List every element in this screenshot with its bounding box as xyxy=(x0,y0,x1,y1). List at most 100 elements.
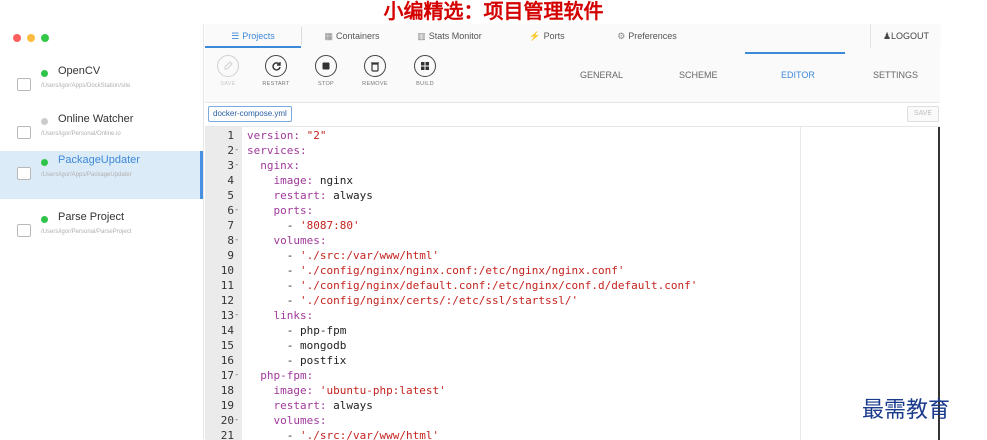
status-dot xyxy=(41,118,48,125)
project-checkbox[interactable] xyxy=(17,167,31,180)
code-line[interactable]: 13- links: xyxy=(205,308,940,323)
line-text: services: xyxy=(247,143,307,158)
code-line[interactable]: 7 - '8087:80' xyxy=(205,218,940,233)
code-token: './src:/var/www/html' xyxy=(299,429,440,440)
code-line[interactable]: 5 restart: always xyxy=(205,188,940,203)
tab-label: Projects xyxy=(242,31,275,41)
line-text: image: nginx xyxy=(247,173,353,188)
fold-toggle-icon[interactable]: - xyxy=(234,368,242,383)
tab-label: Containers xyxy=(335,31,380,41)
tab-general[interactable]: GENERAL xyxy=(580,70,623,80)
code-token: volumes: xyxy=(273,234,327,247)
line-number: 20 xyxy=(220,414,234,427)
code-token: - xyxy=(247,249,300,262)
line-number: 16 xyxy=(220,354,234,367)
code-line[interactable]: 15 - mongodb xyxy=(205,338,940,353)
action-label: RESTART xyxy=(262,81,290,87)
line-number: 18 xyxy=(220,384,234,397)
tab-settings[interactable]: SETTINGS xyxy=(873,70,918,80)
project-path: /Users/igor/Apps/PackageUpdater xyxy=(41,172,132,178)
file-tab[interactable]: docker-compose.yml xyxy=(208,106,292,122)
project-name: OpenCV xyxy=(58,65,101,77)
code-line[interactable]: 18 image: 'ubuntu-php:latest' xyxy=(205,383,940,398)
code-line[interactable]: 8- volumes: xyxy=(205,233,940,248)
zoom-window-button[interactable] xyxy=(41,34,49,42)
line-number: 17 xyxy=(220,369,234,382)
line-text: - php-fpm xyxy=(247,323,347,338)
line-text: volumes: xyxy=(247,413,327,428)
tab-containers[interactable]: ▦ Containers xyxy=(302,24,402,48)
line-number: 10 xyxy=(220,264,234,277)
tab-scheme[interactable]: SCHEME xyxy=(679,70,718,80)
code-line[interactable]: 19 restart: always xyxy=(205,398,940,413)
line-number: 14 xyxy=(220,324,234,337)
tab-projects[interactable]: ☰ Projects xyxy=(205,24,301,48)
tab-editor[interactable]: EDITOR xyxy=(781,70,815,80)
project-path: /Users/igor/Personal/ParseProject xyxy=(41,229,132,235)
fold-toggle-icon[interactable]: - xyxy=(234,143,242,158)
code-line[interactable]: 14 - php-fpm xyxy=(205,323,940,338)
trash-icon xyxy=(364,55,386,77)
line-number: 4 xyxy=(227,174,234,187)
project-checkbox[interactable] xyxy=(17,224,31,237)
close-window-button[interactable] xyxy=(13,34,21,42)
status-dot xyxy=(41,70,48,77)
stop-button[interactable]: STOP xyxy=(306,55,346,87)
code-line[interactable]: 6- ports: xyxy=(205,203,940,218)
code-line[interactable]: 20- volumes: xyxy=(205,413,940,428)
project-item-packageupdater[interactable]: PackageUpdater /Users/igor/Apps/PackageU… xyxy=(0,151,203,199)
watermark-text: 最需教育 xyxy=(862,398,951,423)
code-token: './config/nginx/certs/:/etc/ssl/startssl… xyxy=(299,294,579,307)
build-button[interactable]: BUILD xyxy=(405,55,445,87)
line-text: - './config/nginx/nginx.conf:/etc/nginx/… xyxy=(247,263,625,278)
tab-ports[interactable]: ⚡ Ports xyxy=(497,24,597,48)
code-line[interactable]: 16 - postfix xyxy=(205,353,940,368)
code-token: - postfix xyxy=(247,354,347,367)
code-token: './config/nginx/nginx.conf:/etc/nginx/ng… xyxy=(299,264,625,277)
code-line[interactable]: 4 image: nginx xyxy=(205,173,940,188)
line-text: - mongodb xyxy=(247,338,347,353)
code-line[interactable]: 3- nginx: xyxy=(205,158,940,173)
line-text: - './config/nginx/certs/:/etc/ssl/starts… xyxy=(247,293,578,308)
code-line[interactable]: 12 - './config/nginx/certs/:/etc/ssl/sta… xyxy=(205,293,940,308)
fold-toggle-icon[interactable]: - xyxy=(234,203,242,218)
line-text: links: xyxy=(247,308,314,323)
project-item-opencv[interactable]: OpenCV /Users/igor/Apps/DockStation/site xyxy=(0,62,203,110)
grid-icon: ▦ xyxy=(324,31,333,41)
code-line[interactable]: 9 - './src:/var/www/html' xyxy=(205,248,940,263)
line-number: 5 xyxy=(227,189,234,202)
code-lines[interactable]: 1 version: "2" 2- services: 3- nginx: 4 image… xyxy=(205,128,940,440)
logout-button[interactable]: ♟LOGOUT xyxy=(870,24,941,48)
line-text: version: "2" xyxy=(247,128,326,143)
code-line[interactable]: 11 - './config/nginx/default.conf:/etc/n… xyxy=(205,278,940,293)
project-sidebar: OpenCV /Users/igor/Apps/DockStation/site… xyxy=(0,24,204,439)
fold-toggle-icon[interactable]: - xyxy=(234,413,242,428)
fold-toggle-icon[interactable]: - xyxy=(234,233,242,248)
code-line[interactable]: 17- php-fpm: xyxy=(205,368,940,383)
code-token: image: xyxy=(273,384,320,397)
tab-stats-monitor[interactable]: ▥ Stats Monitor xyxy=(402,24,497,48)
code-editor[interactable]: 1 version: "2" 2- services: 3- nginx: 4 image… xyxy=(205,126,940,440)
line-text: - '8087:80' xyxy=(247,218,360,233)
fold-toggle-icon[interactable]: - xyxy=(234,158,242,173)
code-token: image: xyxy=(273,174,320,187)
project-item-parse-project[interactable]: Parse Project /Users/igor/Personal/Parse… xyxy=(0,208,203,256)
save-button[interactable]: SAVE xyxy=(907,106,939,122)
code-line[interactable]: 1 version: "2" xyxy=(205,128,940,143)
fold-toggle-icon[interactable]: - xyxy=(234,308,242,323)
status-dot xyxy=(41,159,48,166)
project-checkbox[interactable] xyxy=(17,78,31,91)
code-line[interactable]: 2- services: xyxy=(205,143,940,158)
restart-button[interactable]: RESTART xyxy=(256,55,296,87)
save-action-button[interactable]: SAVE xyxy=(208,55,248,87)
code-line[interactable]: 21 - './src:/var/www/html' xyxy=(205,428,940,440)
remove-button[interactable]: REMOVE xyxy=(355,55,395,87)
project-checkbox[interactable] xyxy=(17,126,31,139)
tab-preferences[interactable]: ⚙ Preferences xyxy=(597,24,697,48)
line-number: 1 xyxy=(227,129,234,142)
minimize-window-button[interactable] xyxy=(27,34,35,42)
code-token: always xyxy=(333,189,373,202)
code-line[interactable]: 10 - './config/nginx/nginx.conf:/etc/ngi… xyxy=(205,263,940,278)
